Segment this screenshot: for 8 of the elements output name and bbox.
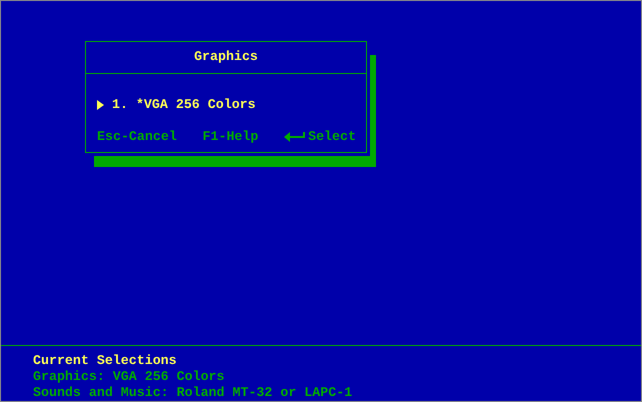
section-heading: Current Selections [33, 353, 178, 369]
key-hint[interactable]: Select [284, 129, 356, 145]
selection-line: Graphics: VGA 256 Colors [33, 369, 226, 385]
menu-item[interactable]: 1. *VGA 256 Colors [112, 97, 256, 113]
selection-line: Sounds and Music: Roland MT-32 or LAPC-1 [33, 385, 354, 401]
dialog-title: Graphics [86, 42, 366, 74]
key-hint[interactable]: F1-Help [202, 129, 258, 145]
key-hint[interactable]: Esc-Cancel [97, 129, 177, 145]
